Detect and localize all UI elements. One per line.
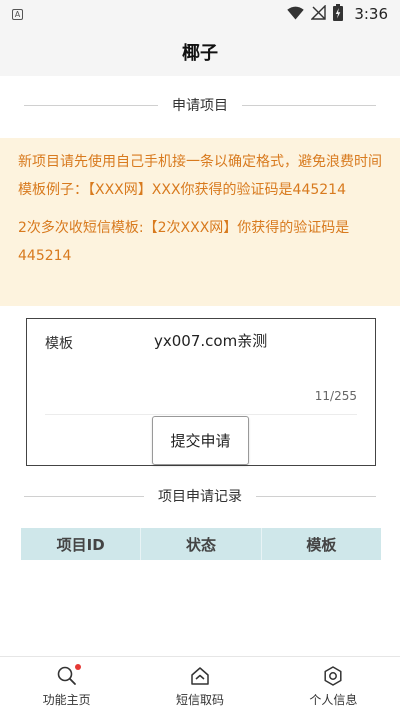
- char-counter: 11/255: [314, 389, 357, 403]
- notification-badge: [74, 664, 81, 670]
- notice-text-1: 新项目请先使用自己手机接一条以确定格式，避免浪费时间 模板例子：【XXX网】XX…: [18, 154, 382, 198]
- no-signal-icon: [310, 3, 327, 24]
- column-header-status: 状态: [141, 528, 262, 560]
- page-title: 椰子: [182, 43, 218, 64]
- divider-line: [24, 495, 144, 497]
- nav-label: 功能主页: [42, 693, 91, 707]
- bottom-nav: 功能主页 短信取码 个人信息: [0, 656, 400, 712]
- records-section-title: 项目申请记录: [158, 489, 242, 505]
- template-input[interactable]: [154, 331, 354, 349]
- records-table-header: 项目ID 状态 模板: [21, 528, 381, 560]
- title-bar: 椰子: [0, 28, 400, 76]
- nav-item-profile[interactable]: 个人信息: [267, 657, 400, 712]
- status-bar: A 3:36: [0, 0, 400, 28]
- divider-line: [242, 104, 376, 106]
- records-section-header: 项目申请记录: [24, 486, 376, 506]
- wifi-icon: [287, 5, 305, 24]
- notice-box: 新项目请先使用自己手机接一条以确定格式，避免浪费时间 模板例子：【XXX网】XX…: [0, 138, 400, 306]
- notification-app-icon: A: [12, 8, 23, 20]
- nav-label: 短信取码: [175, 693, 224, 707]
- apply-section-header: 申请项目: [24, 95, 376, 115]
- nav-item-sms[interactable]: 短信取码: [133, 657, 266, 712]
- status-right: 3:36: [287, 3, 388, 25]
- status-time: 3:36: [354, 5, 388, 23]
- battery-charging-icon: [333, 3, 344, 25]
- column-header-project-id: 项目ID: [21, 528, 142, 560]
- divider-line: [256, 495, 376, 497]
- notice-text-2: 2次多次收短信模板:【2次XXX网】你获得的验证码是445214: [18, 220, 350, 264]
- settings-icon: [322, 665, 344, 687]
- template-form-card: 模板 11/255 提交申请: [26, 318, 376, 466]
- status-left: A: [12, 8, 23, 20]
- submit-application-button[interactable]: 提交申请: [152, 416, 249, 465]
- home-icon: [189, 665, 211, 687]
- nav-item-home[interactable]: 功能主页: [0, 657, 133, 712]
- nav-label: 个人信息: [309, 693, 358, 707]
- apply-section-title: 申请项目: [172, 98, 228, 114]
- template-label: 模板: [45, 336, 73, 352]
- field-underline: [45, 414, 357, 415]
- search-icon: [56, 664, 81, 687]
- divider-line: [24, 104, 158, 106]
- column-header-template: 模板: [261, 528, 381, 560]
